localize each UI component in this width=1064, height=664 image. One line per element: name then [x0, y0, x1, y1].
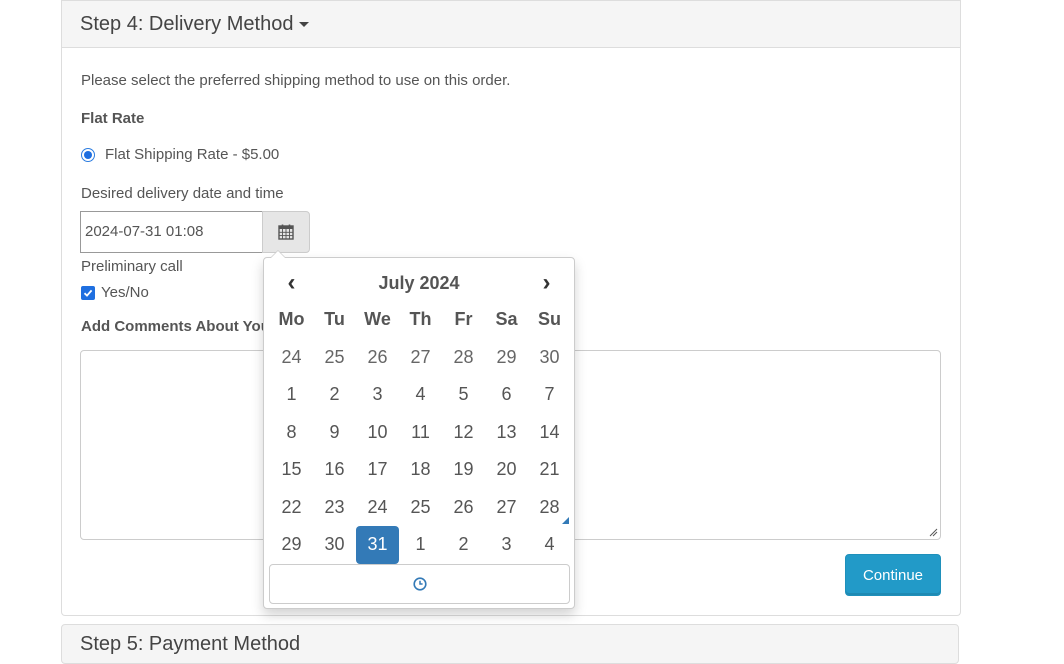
day-cell[interactable]: 29 — [485, 339, 528, 377]
day-cell[interactable]: 28 — [442, 339, 485, 377]
day-cell[interactable]: 15 — [270, 451, 313, 489]
weekday-header: Fr — [454, 309, 473, 330]
day-cell[interactable]: 17 — [356, 451, 399, 489]
day-cell[interactable]: 23 — [313, 489, 356, 527]
weekday-row: Mo Tu We Th Fr Sa Su — [270, 301, 571, 339]
weekday-header: Mo — [278, 309, 305, 330]
clock-icon — [412, 577, 427, 591]
day-cell[interactable]: 2 — [442, 526, 485, 564]
week-row: 1 2 3 4 5 6 7 — [270, 376, 571, 414]
day-cell[interactable]: 8 — [270, 414, 313, 452]
weekday-header: Tu — [324, 309, 345, 330]
resize-grip-icon[interactable] — [928, 527, 938, 537]
weekday-header: Th — [409, 309, 432, 330]
weekday-header: Sa — [495, 309, 518, 330]
day-cell[interactable]: 12 — [442, 414, 485, 452]
calendar-icon — [278, 224, 294, 240]
time-toggle-button[interactable] — [269, 564, 570, 604]
day-cell[interactable]: 10 — [356, 414, 399, 452]
day-cell[interactable]: 24 — [356, 489, 399, 527]
preliminary-call-label: Preliminary call — [81, 258, 183, 275]
delivery-method-heading[interactable]: Step 4: Delivery Method — [62, 0, 960, 48]
day-cell[interactable]: 14 — [528, 414, 571, 452]
preliminary-call-checkbox[interactable] — [81, 285, 95, 300]
payment-method-panel[interactable]: Step 5: Payment Method — [61, 624, 959, 664]
day-cell[interactable]: 6 — [485, 376, 528, 414]
day-cell[interactable]: 29 — [270, 526, 313, 564]
shipping-group-title: Flat Rate — [81, 110, 145, 127]
calendar-button[interactable] — [262, 211, 310, 253]
flat-rate-label: Flat Shipping Rate - $5.00 — [105, 146, 280, 163]
preliminary-call-option-label: Yes/No — [101, 284, 149, 301]
week-row: 29 30 31 1 2 3 4 — [270, 526, 571, 564]
day-cell[interactable]: 27 — [485, 489, 528, 527]
day-cell[interactable]: 3 — [356, 376, 399, 414]
picker-header: ‹ July 2024 › — [270, 268, 568, 298]
day-cell[interactable]: 5 — [442, 376, 485, 414]
day-cell-today[interactable]: 28 — [528, 489, 571, 527]
calendar-grid: Mo Tu We Th Fr Sa Su 24 25 26 27 28 29 3… — [270, 301, 571, 564]
week-row: 15 16 17 18 19 20 21 — [270, 451, 571, 489]
delivery-date-input[interactable]: 2024-07-31 01:08 — [80, 211, 263, 253]
next-month-button[interactable]: › — [525, 268, 568, 298]
continue-button[interactable]: Continue — [845, 554, 941, 596]
day-cell[interactable]: 9 — [313, 414, 356, 452]
day-cell[interactable]: 30 — [528, 339, 571, 377]
week-row: 24 25 26 27 28 29 30 — [270, 339, 571, 377]
day-cell[interactable]: 4 — [528, 526, 571, 564]
weekday-header: We — [364, 309, 391, 330]
flat-rate-option[interactable]: Flat Shipping Rate - $5.00 — [81, 146, 279, 163]
day-cell[interactable]: 21 — [528, 451, 571, 489]
day-cell[interactable]: 3 — [485, 526, 528, 564]
day-cell[interactable]: 25 — [399, 489, 442, 527]
week-row: 22 23 24 25 26 27 28 — [270, 489, 571, 527]
day-cell[interactable]: 19 — [442, 451, 485, 489]
week-row: 8 9 10 11 12 13 14 — [270, 414, 571, 452]
checkmark-icon — [83, 289, 93, 297]
day-cell[interactable]: 7 — [528, 376, 571, 414]
day-cell[interactable]: 30 — [313, 526, 356, 564]
day-cell[interactable]: 16 — [313, 451, 356, 489]
flat-rate-radio[interactable] — [81, 147, 95, 162]
datetime-picker: ‹ July 2024 › Mo Tu We Th Fr Sa Su 24 25… — [263, 250, 575, 609]
day-cell[interactable]: 20 — [485, 451, 528, 489]
panel-title-step5: Step 5: Payment Method — [80, 633, 301, 655]
day-cell[interactable]: 13 — [485, 414, 528, 452]
prev-month-button[interactable]: ‹ — [270, 268, 313, 298]
intro-text: Please select the preferred shipping met… — [81, 72, 511, 89]
day-cell[interactable]: 2 — [313, 376, 356, 414]
day-cell[interactable]: 4 — [399, 376, 442, 414]
day-cell[interactable]: 26 — [442, 489, 485, 527]
preliminary-call-option[interactable]: Yes/No — [81, 284, 149, 301]
day-cell[interactable]: 11 — [399, 414, 442, 452]
day-cell-selected[interactable]: 31 — [356, 526, 399, 564]
month-title[interactable]: July 2024 — [313, 273, 525, 294]
day-cell[interactable]: 24 — [270, 339, 313, 377]
weekday-header: Su — [537, 309, 561, 330]
caret-down-icon — [299, 21, 310, 27]
day-cell[interactable]: 26 — [356, 339, 399, 377]
day-cell[interactable]: 18 — [399, 451, 442, 489]
day-cell[interactable]: 22 — [270, 489, 313, 527]
day-cell[interactable]: 27 — [399, 339, 442, 377]
panel-title: Step 4: Delivery Method — [80, 12, 294, 35]
day-cell[interactable]: 25 — [313, 339, 356, 377]
day-cell[interactable]: 1 — [399, 526, 442, 564]
delivery-date-label: Desired delivery date and time — [81, 185, 284, 202]
day-cell[interactable]: 1 — [270, 376, 313, 414]
